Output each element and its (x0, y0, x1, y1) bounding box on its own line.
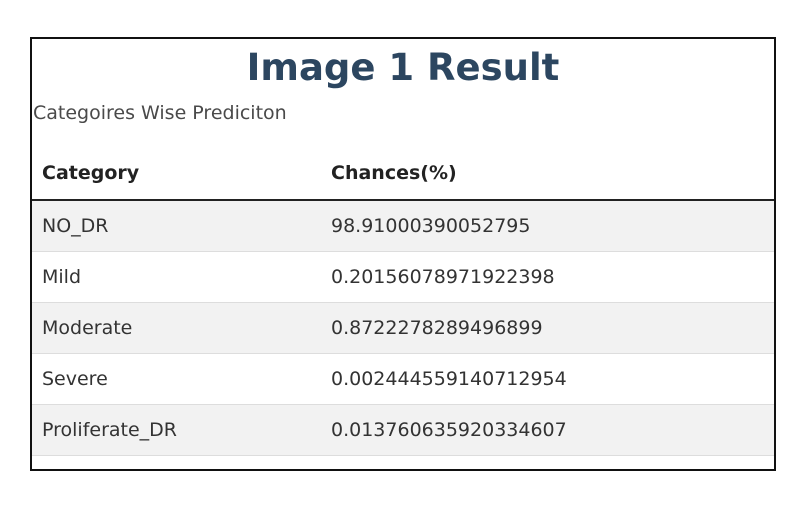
chance-cell: 0.20156078971922398 (321, 251, 774, 303)
chance-cell: 98.91000390052795 (321, 199, 774, 252)
category-cell: Moderate (32, 302, 321, 354)
table-row: Moderate 0.8722278289496899 (32, 302, 774, 354)
table-header: Category Chances(%) (32, 147, 774, 201)
column-header-category: Category (32, 147, 321, 201)
result-card: Image 1 Result Categoires Wise Predicito… (30, 37, 776, 471)
table-body: NO_DR 98.91000390052795 Mild 0.201560789… (32, 199, 774, 456)
table-row: Severe 0.002444559140712954 (32, 353, 774, 405)
chance-cell: 0.002444559140712954 (321, 353, 774, 405)
category-cell: Severe (32, 353, 321, 405)
subtitle: Categoires Wise Prediciton (33, 102, 287, 124)
chance-cell: 0.013760635920334607 (321, 404, 774, 456)
table-row: Mild 0.20156078971922398 (32, 251, 774, 303)
column-header-chances: Chances(%) (321, 147, 774, 201)
prediction-table: Category Chances(%) NO_DR 98.91000390052… (32, 147, 774, 456)
category-cell: Proliferate_DR (32, 404, 321, 456)
table-header-row: Category Chances(%) (32, 147, 774, 201)
category-cell: Mild (32, 251, 321, 303)
chance-cell: 0.8722278289496899 (321, 302, 774, 354)
table-row: NO_DR 98.91000390052795 (32, 199, 774, 252)
page-title: Image 1 Result (246, 46, 560, 89)
category-cell: NO_DR (32, 199, 321, 252)
table-row: Proliferate_DR 0.013760635920334607 (32, 404, 774, 456)
